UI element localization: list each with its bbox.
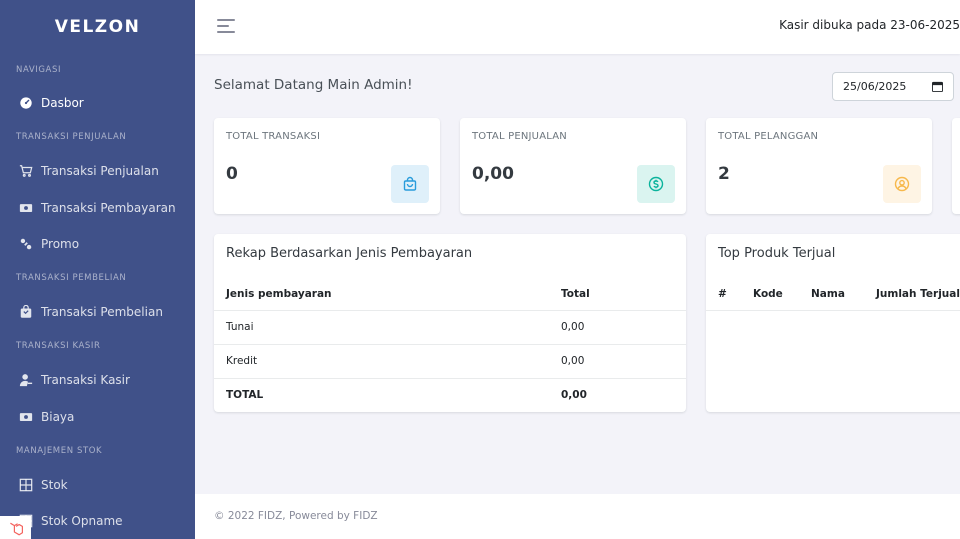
dashboard-icon	[19, 96, 33, 110]
welcome-message: Selamat Datang Main Admin!	[214, 77, 413, 93]
table-cell: Tunai	[214, 310, 549, 345]
sidebar-item-biaya[interactable]: Biaya	[0, 405, 195, 429]
stat-value: 0	[226, 164, 238, 184]
sidebar-item-promo[interactable]: Promo	[0, 232, 195, 256]
sidebar-item-label: Stok Opname	[41, 514, 123, 528]
stat-card-partial	[952, 118, 960, 214]
cart-icon	[19, 164, 33, 178]
topbar: Kasir dibuka pada 23-06-2025	[195, 0, 960, 54]
sidebar-item-label: Dasbor	[41, 96, 84, 110]
sidebar-item-label: Transaksi Pembayaran	[41, 201, 176, 215]
sidebar-item-transaksi-pembelian[interactable]: Transaksi Pembelian	[0, 300, 195, 324]
table-cell: 0,00	[549, 344, 686, 379]
column-header: Kode	[741, 278, 799, 311]
sidebar-section-transaksi-penjualan: TRANSAKSI PENJUALAN	[16, 132, 127, 142]
card-title: Rekap Berdasarkan Jenis Pembayaran	[226, 246, 473, 261]
column-header: Total	[549, 278, 686, 311]
table-cell: Kredit	[214, 344, 549, 379]
grid-icon	[19, 478, 33, 492]
sidebar-item-dasbor[interactable]: Dasbor	[0, 91, 195, 115]
stat-value: 0,00	[472, 164, 514, 184]
stat-card-total-transaksi: TOTAL TRANSAKSI 0	[214, 118, 440, 214]
money-icon	[19, 410, 33, 424]
rekap-table: Jenis pembayaran Total Tunai 0,00 Kredit…	[214, 278, 686, 412]
laravel-debug-badge[interactable]	[0, 516, 31, 539]
stat-card-total-penjualan: TOTAL PENJUALAN 0,00	[460, 118, 686, 214]
table-cell: 0,00	[561, 389, 587, 402]
sidebar-item-label: Stok	[41, 478, 68, 492]
table-header-row: # Kode Nama Jumlah Terjual	[706, 278, 960, 311]
table-total-row: TOTAL 0,00	[214, 378, 686, 412]
sidebar-section-manajemen-stok: MANAJEMEN STOK	[16, 446, 103, 456]
sidebar: VELZON NAVIGASI Dasbor TRANSAKSI PENJUAL…	[0, 0, 195, 539]
table-header-row: Jenis pembayaran Total	[214, 278, 686, 311]
sidebar-section-navigasi: NAVIGASI	[16, 65, 62, 75]
footer: © 2022 FIDZ, Powered by FIDZ	[195, 494, 960, 539]
stat-label: TOTAL TRANSAKSI	[226, 131, 321, 142]
date-value: 25/06/2025	[843, 80, 907, 93]
top-produk-table: # Kode Nama Jumlah Terjual	[706, 278, 960, 311]
sidebar-item-stok[interactable]: Stok	[0, 473, 195, 497]
stat-value: 2	[718, 164, 730, 184]
sidebar-section-transaksi-kasir: TRANSAKSI KASIR	[16, 341, 101, 351]
column-header: Nama	[799, 278, 864, 311]
menu-toggle-icon[interactable]	[217, 19, 235, 35]
column-header: Jenis pembayaran	[214, 278, 549, 311]
calendar-icon[interactable]	[932, 81, 943, 92]
column-header: #	[706, 278, 741, 311]
rekap-pembayaran-card: Rekap Berdasarkan Jenis Pembayaran Jenis…	[214, 234, 686, 412]
sidebar-item-label: Promo	[41, 237, 80, 251]
stat-label: TOTAL PELANGGAN	[718, 131, 819, 142]
sidebar-item-transaksi-kasir[interactable]: Transaksi Kasir	[0, 368, 195, 392]
date-picker-input[interactable]: 25/06/2025	[832, 72, 954, 101]
sidebar-item-label: Biaya	[41, 410, 75, 424]
top-produk-card: Top Produk Terjual # Kode Nama Jumlah Te…	[706, 234, 960, 412]
sidebar-item-transaksi-penjualan[interactable]: Transaksi Penjualan	[0, 159, 195, 183]
table-row: Kredit 0,00	[214, 344, 686, 379]
app-logo[interactable]: VELZON	[0, 0, 195, 54]
card-title: Top Produk Terjual	[718, 246, 836, 261]
stat-label: TOTAL PENJUALAN	[472, 131, 567, 142]
sidebar-item-label: Transaksi Pembelian	[41, 305, 163, 319]
column-header: Jumlah Terjual	[864, 278, 960, 311]
sidebar-item-transaksi-pembayaran[interactable]: Transaksi Pembayaran	[0, 196, 195, 220]
kasir-open-status: Kasir dibuka pada 23-06-2025	[779, 18, 960, 32]
table-row: Tunai 0,00	[214, 310, 686, 345]
sidebar-section-transaksi-pembelian: TRANSAKSI PEMBELIAN	[16, 273, 127, 283]
dollar-circle-icon	[637, 165, 675, 203]
user-circle-icon	[883, 165, 921, 203]
money-icon	[19, 201, 33, 215]
stat-card-total-pelanggan: TOTAL PELANGGAN 2	[706, 118, 932, 214]
table-cell: 0,00	[549, 310, 686, 345]
sidebar-item-label: Transaksi Kasir	[41, 373, 130, 387]
sidebar-item-label: Transaksi Penjualan	[41, 164, 159, 178]
promo-icon	[19, 237, 33, 251]
table-cell: TOTAL	[226, 389, 264, 402]
footer-copyright: © 2022 FIDZ, Powered by FIDZ	[214, 510, 378, 522]
user-icon	[19, 373, 33, 387]
shopping-bag-icon	[19, 305, 33, 319]
shopping-bag-icon	[391, 165, 429, 203]
laravel-logo-icon	[9, 522, 23, 535]
